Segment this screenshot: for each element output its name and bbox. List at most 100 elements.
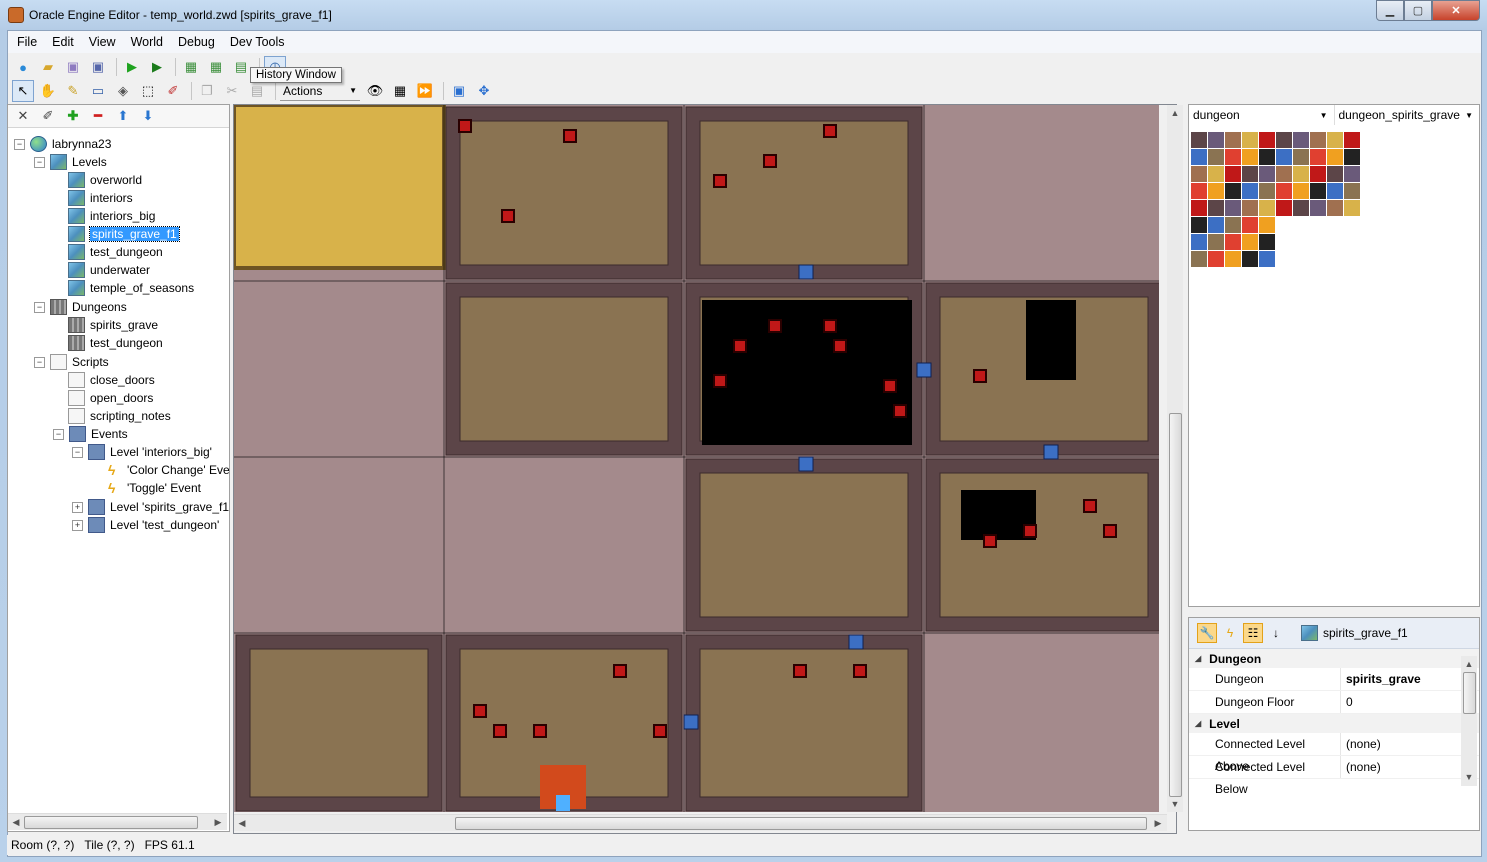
tileset-tile[interactable] — [1276, 149, 1292, 165]
tileset-tile[interactable] — [1310, 132, 1326, 148]
tileset-tile[interactable] — [1242, 166, 1258, 182]
tileset-tile[interactable] — [1225, 149, 1241, 165]
tileset-tile[interactable] — [1191, 149, 1207, 165]
tileset-tile[interactable] — [1208, 132, 1224, 148]
menu-debug[interactable]: Debug — [172, 35, 221, 49]
category-level[interactable]: ◢ Level — [1189, 714, 1479, 733]
wrench-icon[interactable]: 🔧 — [1197, 623, 1217, 643]
scroll-down-icon[interactable]: ▼ — [1168, 797, 1182, 811]
add-script-icon[interactable]: ▤ — [230, 56, 252, 78]
tileset-tile[interactable] — [1242, 251, 1258, 267]
tree-folder-dungeons[interactable]: − Dungeons — [34, 298, 127, 316]
tileset-tile[interactable] — [1259, 132, 1275, 148]
tileset-grid[interactable] — [1191, 132, 1401, 292]
scroll-down-icon[interactable]: ▼ — [1462, 770, 1476, 784]
tileset-tile[interactable] — [1276, 200, 1292, 216]
tileset-tile[interactable] — [1293, 200, 1309, 216]
tree-event-toggle[interactable]: ϟ 'Toggle' Event — [108, 479, 201, 497]
eyedropper-tool-icon[interactable]: ✐ — [162, 80, 184, 102]
canvas-hscrollbar[interactable]: ◀ ▶ — [234, 814, 1167, 831]
canvas-vscroll-thumb[interactable] — [1169, 413, 1182, 797]
property-value[interactable]: (none) — [1346, 760, 1381, 774]
tileset-tile[interactable] — [1310, 183, 1326, 199]
tileset-tile[interactable] — [1208, 200, 1224, 216]
tileset-tile[interactable] — [1225, 217, 1241, 233]
level-canvas[interactable] — [234, 105, 1159, 812]
tree-event-color-change[interactable]: ϟ 'Color Change' Eve — [108, 461, 229, 479]
tileset-tile[interactable] — [1242, 200, 1258, 216]
tileset-tile[interactable] — [1191, 200, 1207, 216]
scroll-up-icon[interactable]: ▲ — [1462, 657, 1476, 671]
play-icon[interactable]: ▶ — [121, 56, 143, 78]
tree-level-test-dungeon[interactable]: test_dungeon — [68, 243, 163, 261]
menu-edit[interactable]: Edit — [46, 35, 80, 49]
add-level-icon[interactable]: ▦ — [180, 56, 202, 78]
tileset-tile[interactable] — [1344, 166, 1360, 182]
tileset-tile[interactable] — [1293, 149, 1309, 165]
tileset-tile[interactable] — [1191, 234, 1207, 250]
property-row-dungeon[interactable]: Dungeon spirits_grave▼ — [1189, 668, 1479, 691]
tileset-palette[interactable] — [1188, 127, 1480, 607]
grid-icon[interactable]: ▦ — [389, 80, 411, 102]
tileset-tile[interactable] — [1344, 183, 1360, 199]
property-row-connected-above[interactable]: Connected Level Above (none)▼ — [1189, 733, 1479, 773]
pencil-tool-icon[interactable]: ✎ — [62, 80, 84, 102]
tileset-tile[interactable] — [1208, 217, 1224, 233]
tileset-tile[interactable] — [1293, 183, 1309, 199]
tileset-tile[interactable] — [1242, 234, 1258, 250]
tileset-tile[interactable] — [1191, 251, 1207, 267]
tileset-tile[interactable] — [1208, 251, 1224, 267]
tileset-tile[interactable] — [1327, 200, 1343, 216]
tileset-tile[interactable] — [1327, 166, 1343, 182]
menu-view[interactable]: View — [83, 35, 122, 49]
tileset-tile[interactable] — [1344, 149, 1360, 165]
scroll-right-icon[interactable]: ▶ — [1151, 816, 1165, 830]
tree-level-interiors-big[interactable]: interiors_big — [68, 207, 155, 225]
tileset-name-dropdown[interactable]: dungeon_spirits_grave ▼ — [1335, 105, 1480, 125]
zoom-fit-icon[interactable]: ▣ — [448, 80, 470, 102]
property-row-dungeon-floor[interactable]: Dungeon Floor 0 — [1189, 691, 1479, 714]
tileset-tile[interactable] — [1208, 234, 1224, 250]
tree-level-interiors[interactable]: interiors — [68, 189, 133, 207]
open-icon[interactable]: ▰ — [37, 56, 59, 78]
tileset-tile[interactable] — [1259, 234, 1275, 250]
property-value[interactable]: (none) — [1346, 737, 1381, 751]
fill-tool-icon[interactable]: ◈ — [112, 80, 134, 102]
tree-script-open-doors[interactable]: open_doors — [68, 389, 153, 407]
tree-hscroll-thumb[interactable] — [24, 816, 198, 829]
world-icon[interactable]: ● — [12, 56, 34, 78]
sort-alpha-icon[interactable]: ↓ — [1267, 624, 1285, 642]
level-map[interactable] — [234, 105, 1159, 812]
property-value[interactable]: 0 — [1346, 695, 1353, 709]
pan-tool-icon[interactable]: ✋ — [37, 80, 59, 102]
canvas-vscrollbar[interactable]: ▲ ▼ — [1167, 105, 1183, 812]
tileset-tile[interactable] — [1208, 183, 1224, 199]
tileset-tile[interactable] — [1225, 166, 1241, 182]
move-up-icon[interactable]: ⬆ — [112, 105, 134, 127]
tileset-tile[interactable] — [1242, 149, 1258, 165]
tileset-tile[interactable] — [1327, 183, 1343, 199]
tree-script-scripting-notes[interactable]: scripting_notes — [68, 407, 171, 425]
property-value[interactable]: spirits_grave — [1346, 672, 1421, 686]
tree-hscrollbar[interactable]: ◀ ▶ — [8, 813, 227, 830]
maximize-button[interactable]: ▢ — [1404, 0, 1432, 21]
add-dungeon-icon[interactable]: ▦ — [205, 56, 227, 78]
add-icon[interactable]: ✚ — [62, 105, 84, 127]
tileset-tile[interactable] — [1242, 183, 1258, 199]
tree-folder-scripts[interactable]: − Scripts — [34, 353, 109, 371]
eye-icon[interactable]: 👁 — [364, 80, 386, 102]
tree-event-level-spirits-grave-f1[interactable]: + Level 'spirits_grave_f1' — [72, 498, 229, 516]
scroll-right-icon[interactable]: ▶ — [211, 815, 225, 829]
close-button[interactable]: ✕ — [1432, 0, 1480, 21]
category-dungeon[interactable]: ◢ Dungeon — [1189, 649, 1479, 668]
tree-folder-levels[interactable]: − Levels — [34, 153, 107, 171]
menu-world[interactable]: World — [125, 35, 169, 49]
tileset-tile[interactable] — [1276, 132, 1292, 148]
tree-level-underwater[interactable]: underwater — [68, 261, 150, 279]
menu-file[interactable]: File — [11, 35, 43, 49]
save-icon[interactable]: ▣ — [62, 56, 84, 78]
property-vscrollbar[interactable]: ▲ ▼ — [1461, 656, 1477, 786]
rectangle-tool-icon[interactable]: ▭ — [87, 80, 109, 102]
tree-dungeon-test-dungeon[interactable]: test_dungeon — [68, 334, 163, 352]
tree-level-spirits-grave-f1[interactable]: spirits_grave_f1 — [68, 225, 180, 243]
